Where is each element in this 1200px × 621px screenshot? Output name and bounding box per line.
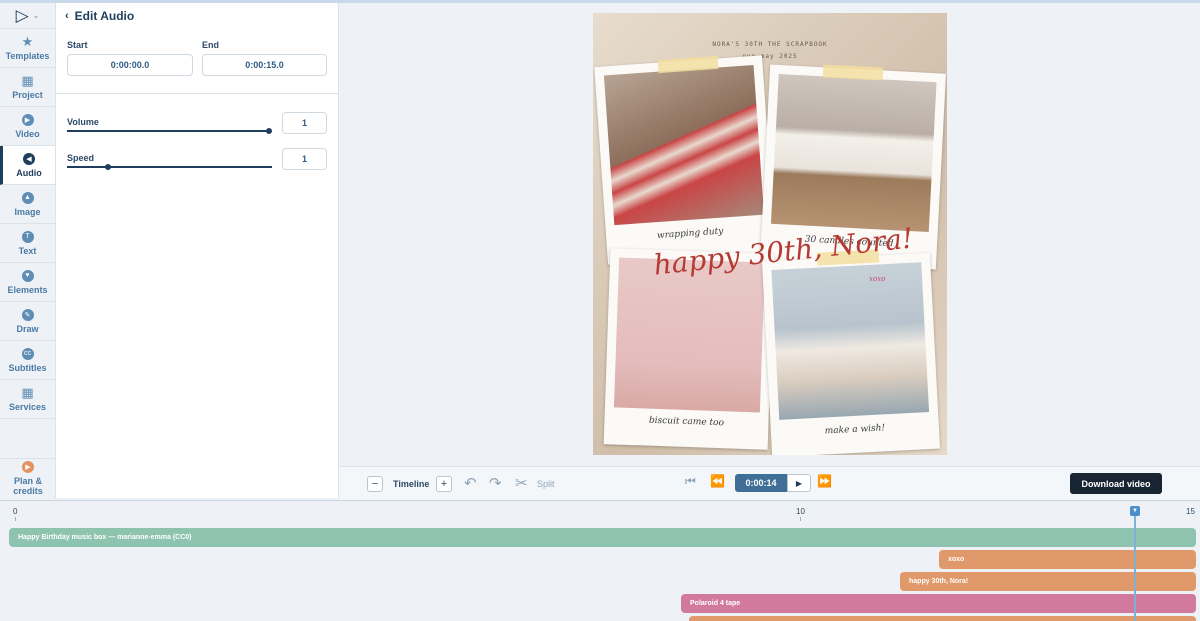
image-icon: ▲ (21, 191, 34, 204)
redo-icon[interactable]: ↷ (489, 474, 502, 492)
fast-forward-icon[interactable]: ⏩ (817, 474, 832, 488)
volume-label: Volume (67, 117, 99, 127)
canvas-header-line2: ove may 2025 (742, 53, 798, 60)
end-label: End (202, 40, 219, 50)
cc-icon: cc (21, 347, 34, 360)
photo-corgi-party (613, 257, 766, 413)
polaroid-3[interactable]: biscuit came too (603, 248, 775, 450)
play-icon: ▶ (21, 113, 34, 126)
audio-icon: ◀ (23, 152, 35, 165)
canvas-header-line1: NORA'S 30TH THE SCRAPBOOK (712, 41, 828, 48)
sidebar-item-subtitles[interactable]: cc Subtitles (0, 341, 55, 380)
chevron-down-icon: ⌄ (32, 11, 40, 20)
polaroid-1[interactable]: wrapping duty (594, 55, 776, 265)
caption-3: biscuit came too (648, 415, 725, 429)
photo-blowing-candles (771, 262, 930, 420)
edit-audio-panel: ‹ Edit Audio Start 0:00:00.0 End 0:00:15… (56, 3, 339, 498)
sidebar-item-video[interactable]: ▶ Video (0, 107, 55, 146)
speed-label: Speed (67, 153, 95, 163)
tick-label-15: 15 (1186, 507, 1195, 516)
sidebar-item-label: Video (15, 128, 40, 139)
play-button[interactable]: ▶ (787, 474, 811, 492)
sidebar-item-label: Image (14, 206, 41, 217)
download-video-button[interactable]: Download video (1070, 473, 1162, 494)
current-time-display: 0:00:14 (735, 474, 787, 492)
sidebar-item-elements[interactable]: ♥ Elements (0, 263, 55, 302)
app-logo[interactable]: ▷ ⌄ (0, 3, 55, 29)
timeline-clip-text[interactable]: happy 30th, Nora! (900, 572, 1196, 591)
panel-header: ‹ Edit Audio (56, 3, 338, 29)
text-icon: T (21, 230, 34, 243)
sidebar-item-label: Elements (7, 284, 48, 295)
logo-icon: ▷ (15, 5, 29, 25)
play-icon: ▶ (22, 461, 34, 473)
pencil-icon: ✎ (21, 308, 34, 321)
canvas-tag[interactable]: xoxo (869, 275, 885, 283)
volume-input[interactable]: 1 (282, 112, 327, 134)
zoom-in-button[interactable]: + (436, 476, 452, 492)
sidebar-item-label: Templates (5, 50, 50, 61)
photo-gift-wrapping (603, 64, 765, 226)
panel-title: Edit Audio (74, 9, 135, 23)
grid-icon: ▦ (21, 384, 34, 400)
plan-label-line1: Plan & (13, 476, 42, 486)
speed-slider[interactable] (67, 164, 272, 170)
sidebar-item-image[interactable]: ▲ Image (0, 185, 55, 224)
sidebar-item-label: Audio (16, 167, 42, 178)
panel-divider (56, 93, 339, 94)
skip-to-start-icon[interactable]: ⏮ (685, 474, 696, 489)
tick-mark (800, 517, 801, 521)
start-time-input[interactable]: 0:00:00.0 (67, 54, 193, 76)
video-canvas[interactable]: NORA'S 30TH THE SCRAPBOOK ove may 2025 w… (593, 13, 947, 455)
icon-sidebar: ▷ ⌄ ★ Templates ▦ Project ▶ Video ◀ Audio ▲ Image T… (0, 3, 56, 498)
scissors-icon[interactable]: ✂ (515, 474, 528, 492)
sidebar-item-templates[interactable]: ★ Templates (0, 29, 55, 68)
timeline-clip-text[interactable] (689, 616, 1196, 621)
volume-slider[interactable] (67, 128, 272, 134)
caption-4: make a wish! (824, 423, 886, 437)
end-time-input[interactable]: 0:00:15.0 (202, 54, 327, 76)
sidebar-item-services[interactable]: ▦ Services (0, 380, 55, 419)
tick-label-0: 0 (13, 507, 18, 516)
polaroid-4[interactable]: make a wish! (761, 252, 941, 455)
volume-slider-handle[interactable] (266, 128, 272, 134)
timeline-clip-audio[interactable]: Happy Birthday music box — marianne-emma… (9, 528, 1196, 547)
timeline-clip-text[interactable]: xoxo (939, 550, 1196, 569)
rewind-icon[interactable]: ⏪ (710, 474, 725, 488)
speed-slider-handle[interactable] (105, 164, 111, 170)
tick-mark (15, 517, 16, 521)
back-chevron-icon[interactable]: ‹ (65, 10, 69, 22)
timeline-label: Timeline (393, 479, 430, 489)
tick-label-10: 10 (796, 507, 805, 516)
sidebar-item-label: Text (18, 245, 37, 256)
photo-birthday-cake (770, 73, 937, 233)
timeline-clip-image[interactable]: Polaroid 4 tape (681, 594, 1196, 613)
sidebar-item-text[interactable]: T Text (0, 224, 55, 263)
sidebar-item-draw[interactable]: ✎ Draw (0, 302, 55, 341)
heart-icon: ♥ (21, 269, 34, 282)
grid-icon: ▦ (21, 72, 34, 88)
star-icon: ★ (21, 33, 34, 49)
sidebar-item-audio[interactable]: ◀ Audio (0, 146, 55, 185)
sidebar-item-label: Subtitles (8, 362, 47, 373)
undo-icon[interactable]: ↶ (464, 474, 477, 492)
sidebar-item-label: Services (8, 401, 47, 412)
zoom-out-button[interactable]: − (367, 476, 383, 492)
timeline-ruler[interactable]: 0 10 15 (0, 501, 1200, 523)
start-label: Start (67, 40, 88, 50)
timeline-panel[interactable]: 0 10 15 Happy Birthday music box — maria… (0, 500, 1200, 621)
sidebar-item-project[interactable]: ▦ Project (0, 68, 55, 107)
sidebar-item-label: Draw (16, 323, 39, 334)
split-label[interactable]: Split (537, 479, 555, 489)
sidebar-item-plan-credits[interactable]: ▶ Plan & credits (0, 458, 56, 498)
speed-input[interactable]: 1 (282, 148, 327, 170)
sidebar-item-label: Project (12, 89, 43, 100)
plan-label-line2: credits (13, 486, 43, 496)
playhead-handle-icon[interactable]: ▼ (1130, 506, 1140, 516)
playhead[interactable]: ▼ (1130, 506, 1140, 621)
